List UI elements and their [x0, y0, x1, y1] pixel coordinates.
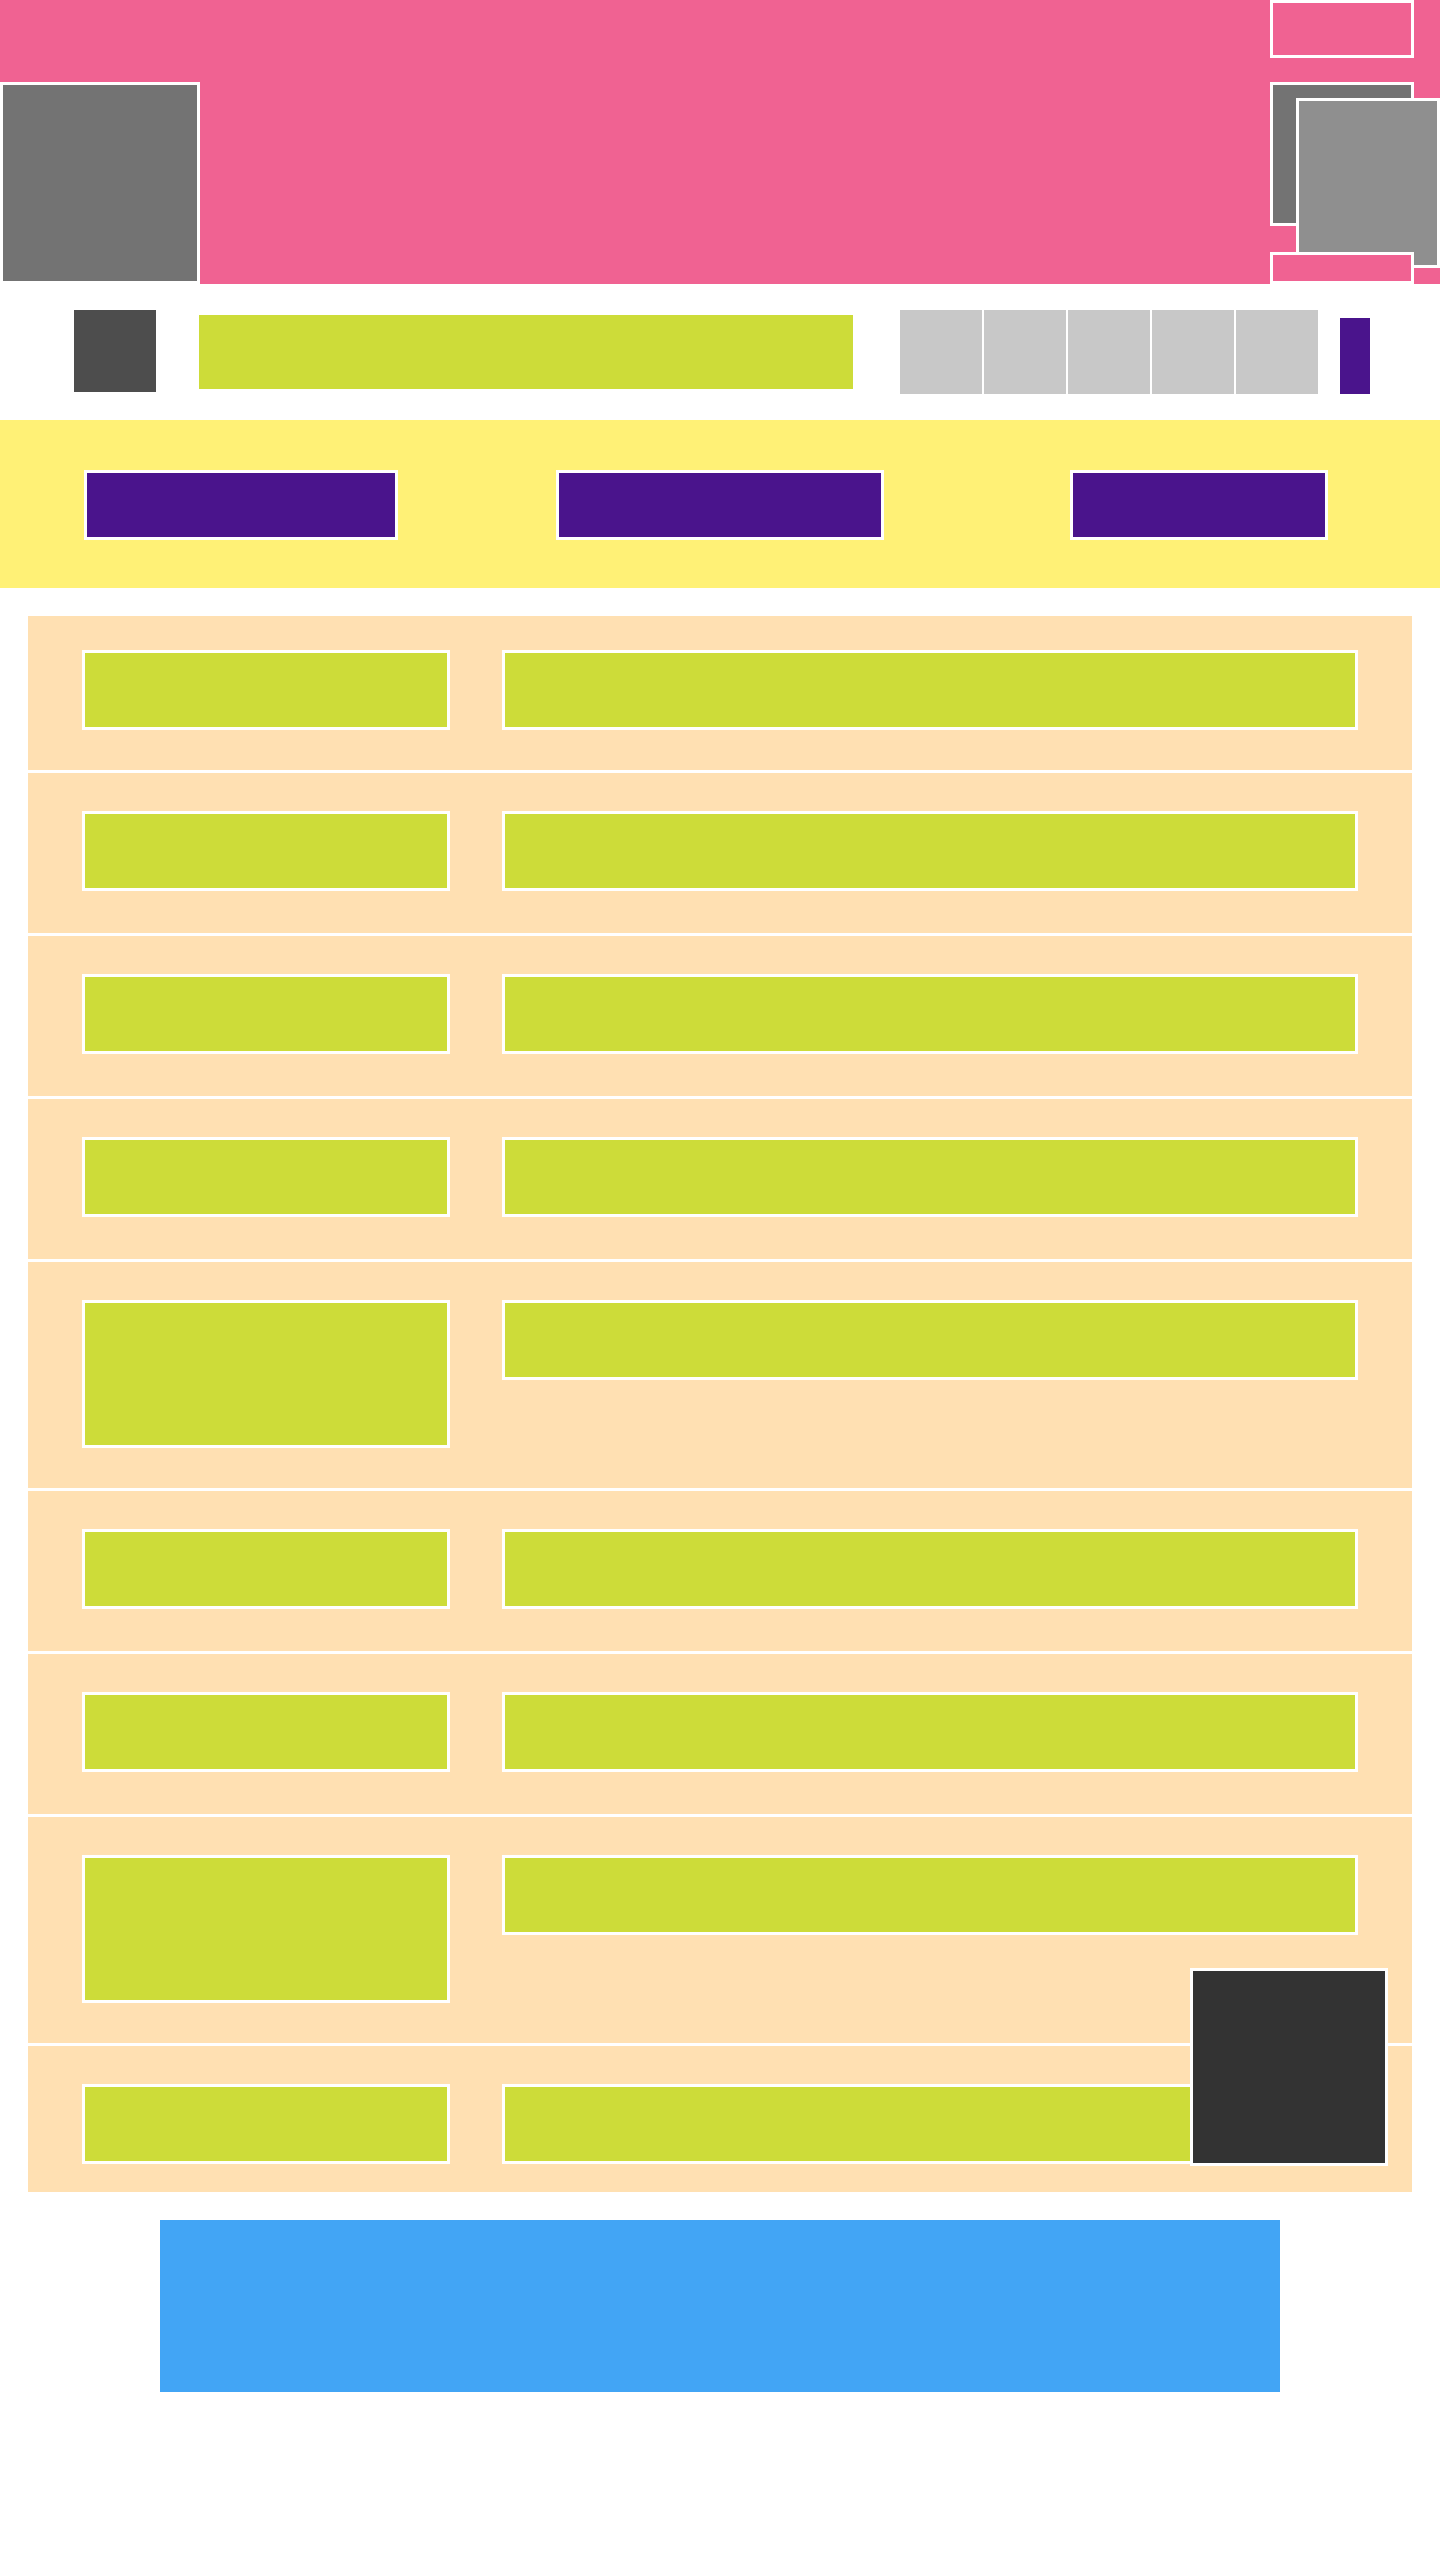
action-band [0, 420, 1440, 588]
list-row-4-value [502, 1137, 1358, 1217]
tab-4-label [1152, 310, 1153, 311]
tab-3[interactable] [1068, 310, 1150, 394]
header-left-image [0, 82, 200, 284]
tab-1-label [900, 310, 901, 311]
primary-cta-button[interactable] [160, 2220, 1280, 2392]
search-text [199, 315, 200, 316]
list-row-3-value [502, 974, 1358, 1054]
header-right-image-front [1296, 98, 1440, 268]
list-row-4-label [82, 1137, 450, 1217]
list-row-2-label [82, 811, 450, 891]
list-row-6[interactable] [28, 1491, 1412, 1651]
list-row-7[interactable] [28, 1654, 1412, 1814]
tab-bar [900, 310, 1320, 394]
list-row-1[interactable] [28, 616, 1412, 770]
header [0, 0, 1440, 284]
band-button-2-label [559, 473, 560, 474]
list-row-2[interactable] [28, 773, 1412, 933]
band-button-2[interactable] [556, 470, 884, 540]
tab-3-label [1068, 310, 1069, 311]
fab-button[interactable] [1190, 1968, 1388, 2166]
list-row-5-label [82, 1300, 450, 1448]
list-row-8-value [502, 1855, 1358, 1935]
header-right-outline-top [1270, 0, 1414, 58]
list-row-3-label [82, 974, 450, 1054]
search-bar[interactable] [196, 312, 856, 392]
list-row-9-label [82, 2084, 450, 2164]
band-button-3[interactable] [1070, 470, 1328, 540]
list-row-3[interactable] [28, 936, 1412, 1096]
list-row-5[interactable] [28, 1262, 1412, 1488]
band-button-3-label [1073, 473, 1074, 474]
band-button-1[interactable] [84, 470, 398, 540]
tab-1[interactable] [900, 310, 982, 394]
tab-4[interactable] [1152, 310, 1234, 394]
menu-icon[interactable] [74, 310, 156, 392]
list-row-2-value [502, 811, 1358, 891]
list-row-7-label [82, 1692, 450, 1772]
list-row-8-label [82, 1855, 450, 2003]
list-panel [28, 616, 1412, 2192]
tab-indicator [1340, 318, 1370, 394]
tab-5[interactable] [1236, 310, 1318, 394]
band-button-1-label [87, 473, 88, 474]
list-row-6-value [502, 1529, 1358, 1609]
tab-5-label [1236, 310, 1237, 311]
tab-2-label [984, 310, 985, 311]
toolbar [0, 284, 1440, 424]
list-row-4[interactable] [28, 1099, 1412, 1259]
header-right-outline-bottom [1270, 252, 1414, 284]
list-row-7-value [502, 1692, 1358, 1772]
tab-2[interactable] [984, 310, 1066, 394]
list-row-1-label [82, 650, 450, 730]
list-row-6-label [82, 1529, 450, 1609]
list-row-1-value [502, 650, 1358, 730]
list-row-5-value [502, 1300, 1358, 1380]
primary-cta-label [160, 2220, 161, 2221]
